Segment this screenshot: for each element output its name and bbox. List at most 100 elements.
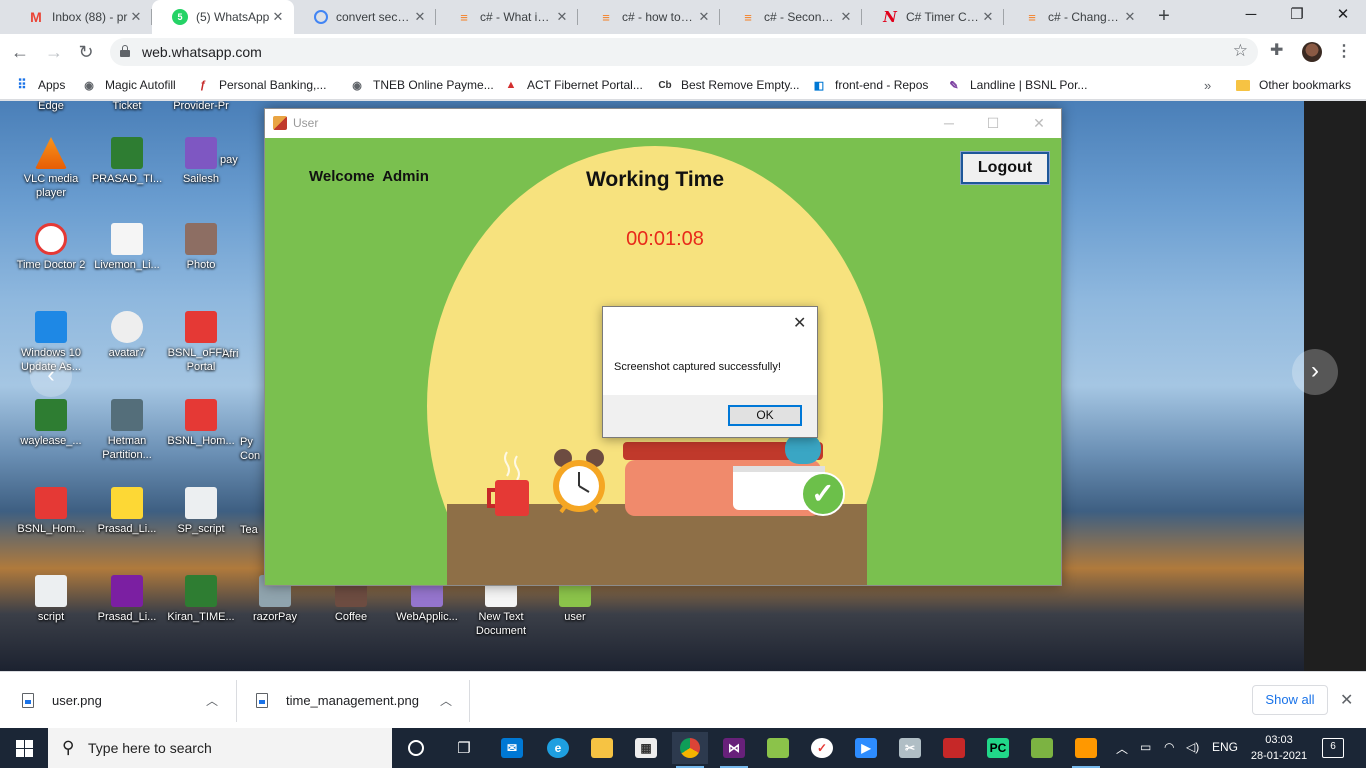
forward-button[interactable]: → [42, 40, 66, 64]
close-icon[interactable]: ✕ [554, 9, 570, 25]
restore-button[interactable]: ❐ [1274, 0, 1320, 32]
desktop-icon: waylease_... [14, 399, 88, 448]
google-icon [314, 10, 328, 24]
bookmark-label: TNEB Online Payme... [373, 78, 494, 92]
app-icon-generic[interactable] [936, 732, 972, 764]
zoom-icon[interactable]: ▶ [848, 732, 884, 764]
desktop-icon: Kiran_TIME... [164, 575, 238, 624]
close-icon[interactable]: ✕ [696, 9, 712, 25]
bsnl-icon: ✎ [949, 79, 959, 92]
close-icon[interactable]: ✕ [1340, 690, 1353, 710]
tab-stackoverflow-3[interactable]: ≡ c# - Seconds C ✕ [720, 0, 862, 34]
divider [469, 680, 470, 722]
file-icon [185, 137, 217, 169]
desktop-icon: Py Con [240, 436, 261, 462]
bank-icon: ƒ [199, 79, 207, 91]
language-indicator[interactable]: ENG [1212, 740, 1238, 754]
battery-icon[interactable]: ▭ [1140, 740, 1151, 754]
pdf-file-icon [185, 311, 217, 343]
edge-icon[interactable]: e [540, 732, 576, 764]
visual-studio-icon[interactable]: ⋈ [716, 732, 752, 768]
download-item[interactable]: time_management.png [256, 672, 419, 729]
taskbar-search-box[interactable]: ⚲ Type here to search [48, 728, 392, 768]
search-icon: ⚲ [62, 738, 75, 757]
profile-avatar[interactable] [1302, 42, 1322, 62]
notification-center-icon[interactable]: 6 [1322, 738, 1344, 758]
windows-start-button[interactable] [0, 728, 48, 768]
tray-chevron-up-icon[interactable]: ︿ [1116, 740, 1128, 757]
file-icon [111, 487, 143, 519]
notepad-icon[interactable] [1024, 732, 1060, 764]
close-window-button[interactable]: ✕ [1320, 0, 1366, 32]
bookmark-bsnl-landline[interactable]: ✎ Landline | BSNL Por... [946, 76, 1087, 94]
chevron-up-icon[interactable]: ︿ [206, 692, 218, 709]
cortana-icon[interactable] [398, 732, 434, 764]
volume-icon[interactable]: ◁) [1186, 740, 1199, 754]
next-media-arrow-icon[interactable]: › [1292, 349, 1338, 395]
close-icon[interactable]: ✕ [838, 9, 854, 25]
message-box-footer: OK [603, 395, 817, 437]
time-doctor-icon [35, 223, 67, 255]
act-icon: ▲ [505, 79, 517, 91]
close-icon[interactable]: ✕ [128, 9, 144, 25]
app-icon [273, 116, 287, 130]
time-doctor-icon[interactable]: ✓ [804, 732, 840, 764]
tab-gmail[interactable]: M Inbox (88) - pr ✕ [8, 0, 152, 34]
other-bookmarks[interactable]: Other bookmarks [1236, 76, 1351, 94]
bookmark-remove-empty[interactable]: Cb Best Remove Empty... [657, 76, 799, 94]
tab-stackoverflow-4[interactable]: ≡ c# - Change th ✕ [1004, 0, 1146, 34]
working-time-heading: Working Time [585, 168, 725, 191]
close-icon[interactable]: ✕ [980, 9, 996, 25]
clock-date: 28-01-2021 [1250, 750, 1308, 762]
file-explorer-icon[interactable] [584, 732, 620, 764]
address-bar[interactable]: web.whatsapp.com ☆ [110, 38, 1258, 66]
bookmark-label: Magic Autofill [105, 78, 176, 92]
apps-grid-icon: ⠿ [17, 77, 27, 92]
minimize-button[interactable]: ─ [1228, 0, 1274, 32]
paint-icon[interactable] [1068, 732, 1104, 768]
task-view-icon[interactable]: ❐ [446, 732, 482, 764]
tab-stackoverflow-1[interactable]: ≡ c# - What is th ✕ [436, 0, 578, 34]
desktop-icon: PRASAD_TI... [90, 137, 164, 186]
app-icon-generic[interactable] [760, 732, 796, 764]
url-text[interactable]: web.whatsapp.com [142, 44, 262, 60]
snipping-tool-icon[interactable]: ✂ [892, 732, 928, 764]
bookmark-star-icon[interactable]: ☆ [1233, 41, 1248, 61]
bookmark-magic-autofill[interactable]: ◉ Magic Autofill [81, 76, 176, 94]
search-placeholder: Type here to search [88, 740, 212, 756]
desktop-icon: avatar7 [90, 311, 164, 360]
download-item[interactable]: user.png [22, 672, 102, 729]
bookmarks-overflow-chevron-icon[interactable]: » [1204, 76, 1211, 94]
bookmark-act-fibernet[interactable]: ▲ ACT Fibernet Portal... [503, 76, 643, 94]
reload-button[interactable]: ↻ [74, 40, 98, 64]
script-file-icon [185, 487, 217, 519]
lock-icon[interactable] [120, 45, 130, 57]
show-all-button[interactable]: Show all [1252, 685, 1328, 715]
bookmark-tneb[interactable]: ◉ TNEB Online Payme... [349, 76, 494, 94]
pycharm-icon[interactable]: PC [980, 732, 1016, 764]
close-icon[interactable]: ✕ [412, 9, 428, 25]
back-button[interactable]: ← [8, 40, 32, 64]
chevron-up-icon[interactable]: ︿ [440, 692, 452, 709]
tab-stackoverflow-2[interactable]: ≡ c# - how to co ✕ [578, 0, 720, 34]
bookmark-personal-banking[interactable]: ƒ Personal Banking,... [195, 76, 326, 94]
tab-timer-control[interactable]: N C# Timer Cont ✕ [862, 0, 1004, 34]
close-icon[interactable]: ✕ [1122, 9, 1138, 25]
bookmark-front-end-repos[interactable]: ◧ front-end - Repos [811, 76, 929, 94]
extensions-puzzle-icon[interactable]: ✚ [1270, 40, 1283, 60]
tab-title: c# - how to co [622, 10, 696, 24]
desktop-icon: SP_script [164, 487, 238, 536]
tab-whatsapp[interactable]: 5 (5) WhatsApp ✕ [152, 0, 294, 34]
menu-kebab-icon[interactable]: ⋮ [1336, 41, 1352, 61]
welcome-label: Welcome Admin [309, 168, 429, 185]
mail-icon[interactable]: ✉ [494, 732, 530, 764]
bookmark-apps[interactable]: ⠿ Apps [14, 76, 65, 94]
wifi-icon[interactable]: ◠ [1164, 740, 1174, 754]
tab-google-search[interactable]: convert second ✕ [294, 0, 436, 34]
close-icon[interactable]: ✕ [270, 9, 286, 25]
chrome-icon[interactable] [672, 732, 708, 768]
previous-media-arrow-icon[interactable]: ‹ [30, 355, 72, 397]
new-tab-button[interactable]: + [1152, 6, 1176, 28]
microsoft-store-icon[interactable]: ▦ [628, 732, 664, 764]
taskbar-clock[interactable]: 03:03 28-01-2021 [1248, 732, 1310, 764]
